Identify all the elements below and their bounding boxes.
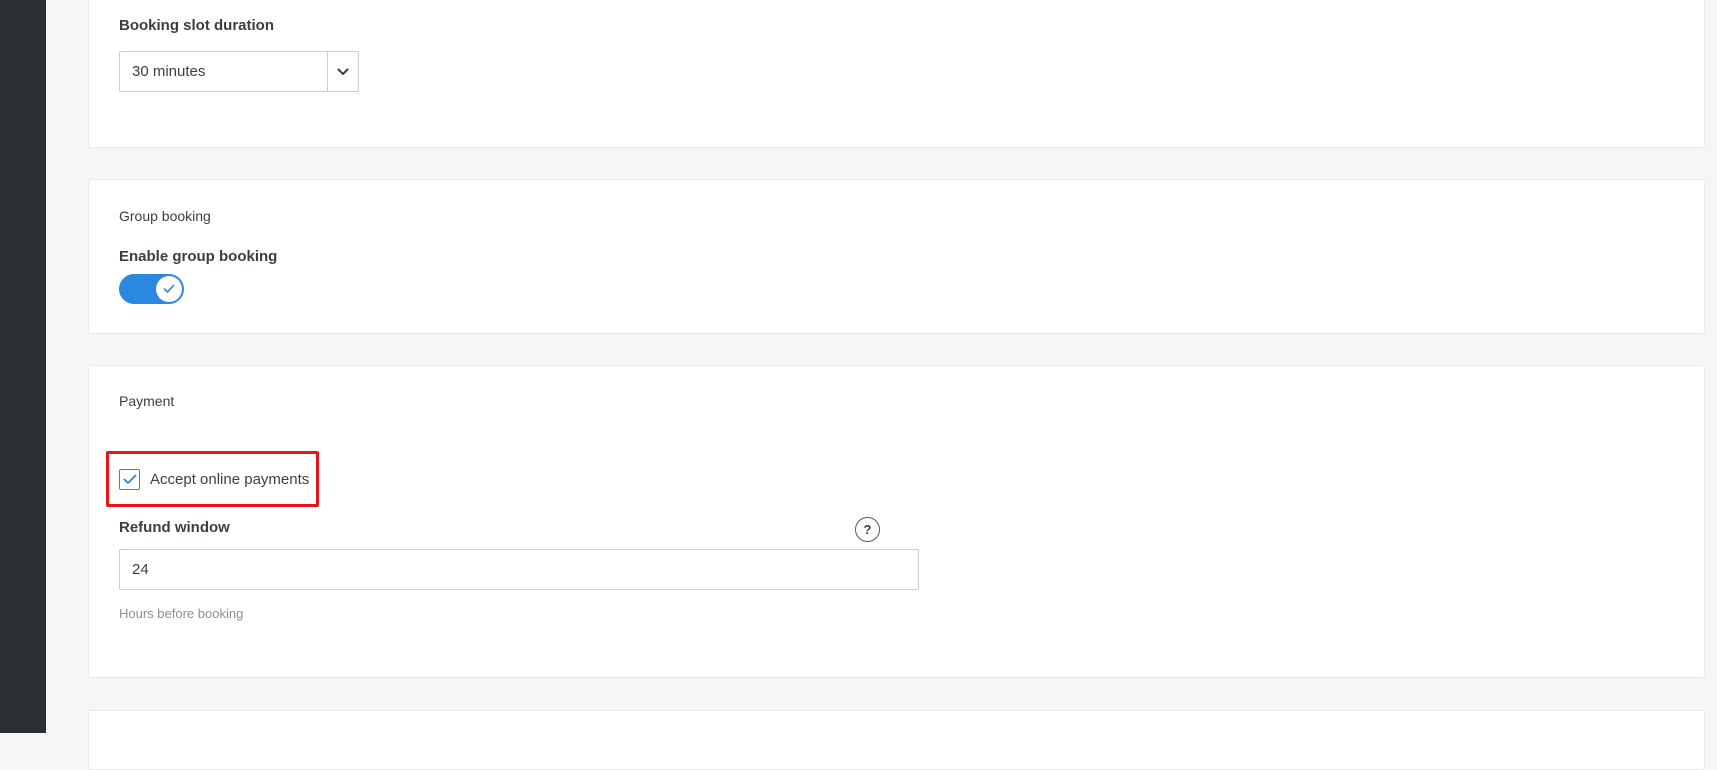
main-content: Booking slot duration 30 minutes Group b… [46, 0, 1717, 770]
enable-group-booking-toggle[interactable] [119, 274, 184, 304]
booking-slot-select[interactable]: 30 minutes [119, 51, 359, 92]
booking-slot-value: 30 minutes [132, 63, 206, 80]
booking-slot-label: Booking slot duration [119, 17, 274, 34]
check-icon [123, 474, 136, 484]
check-icon [163, 284, 175, 293]
group-booking-title: Group booking [119, 208, 211, 224]
toggle-knob [156, 276, 182, 302]
refund-window-label: Refund window [119, 519, 230, 536]
chevron-down-icon[interactable] [327, 52, 358, 91]
next-card [88, 710, 1705, 770]
accept-payments-row[interactable]: Accept online payments [119, 468, 309, 490]
accept-payments-checkbox[interactable] [119, 468, 140, 490]
payment-title: Payment [119, 393, 175, 409]
help-icon[interactable]: ? [855, 517, 880, 542]
refund-window-input[interactable] [119, 549, 919, 590]
accept-payments-label[interactable]: Accept online payments [150, 471, 309, 488]
group-booking-card: Group booking Enable group booking [88, 179, 1705, 334]
payment-card: Payment Accept online payments Refund wi… [88, 365, 1705, 678]
refund-window-hint: Hours before booking [119, 606, 244, 621]
booking-slot-card: Booking slot duration 30 minutes [88, 0, 1705, 148]
sidebar [0, 0, 46, 733]
enable-group-booking-label: Enable group booking [119, 248, 278, 265]
